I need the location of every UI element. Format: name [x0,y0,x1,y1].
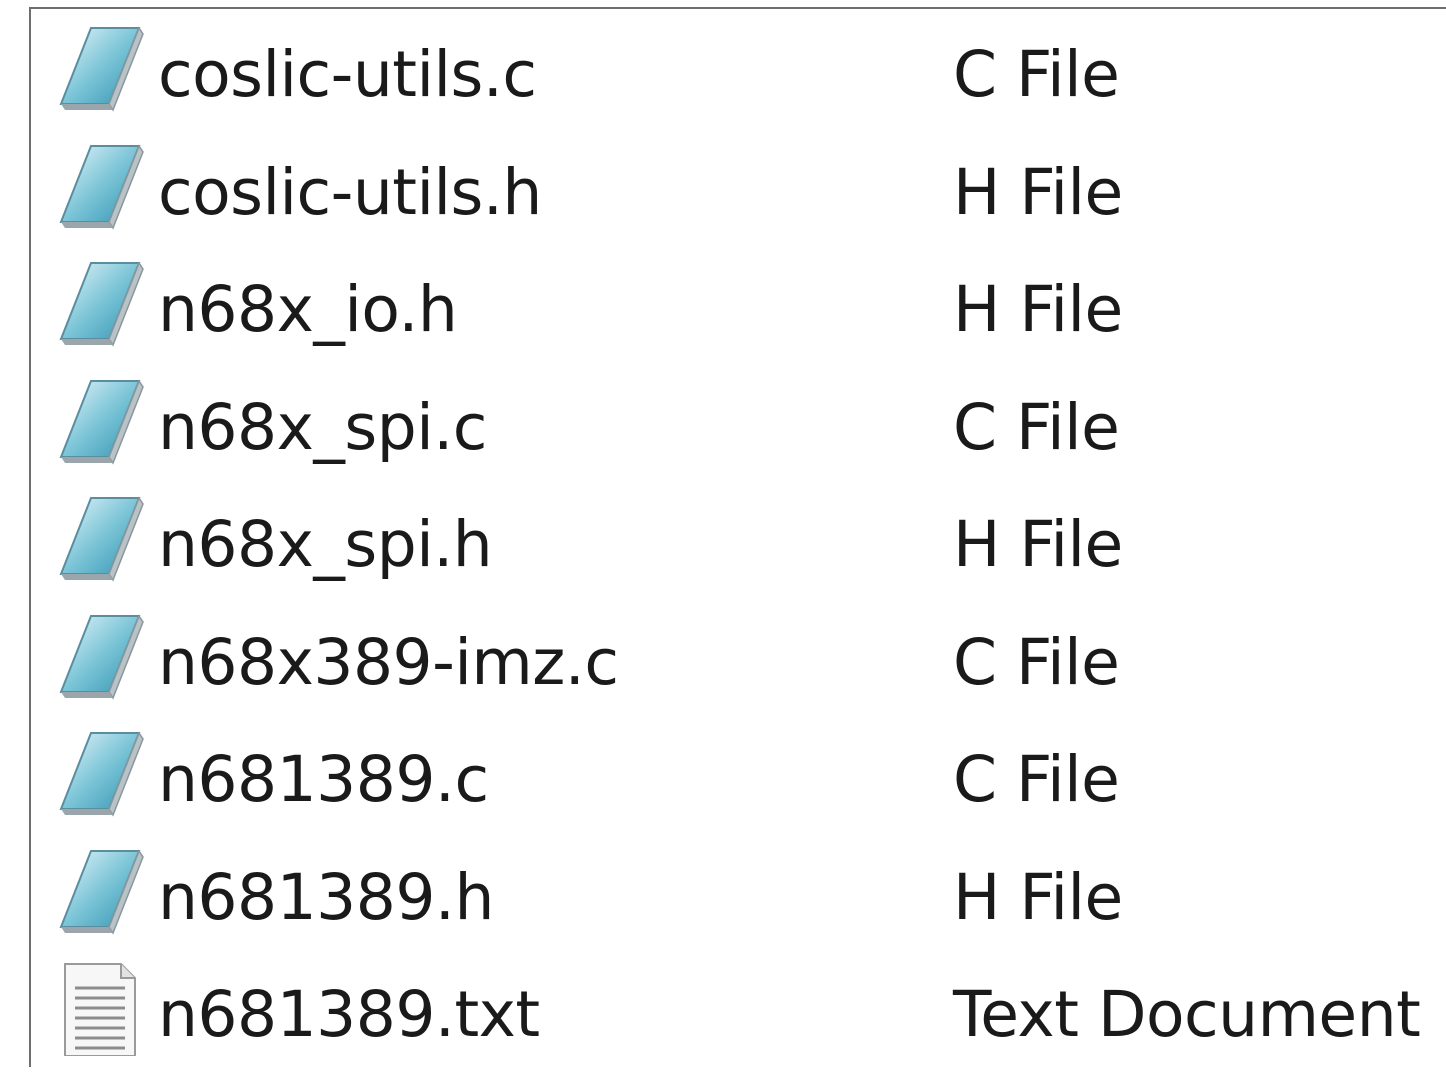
file-row[interactable]: n681389.txt Text Document [31,949,1446,1067]
file-name: n681389.c [158,743,489,816]
file-name: n68x_spi.c [158,390,487,464]
file-name: n68x389-imz.c [158,625,619,699]
file-type: H File [953,273,1123,346]
file-type: H File [953,508,1123,581]
file-list-pane: coslic-utils.c C File coslic-utils.h H F… [29,7,1446,1067]
c-source-file-icon [51,725,147,821]
file-type: H File [953,860,1123,934]
file-row[interactable]: n68x_io.h H File [31,244,1446,362]
file-name: n68x_spi.h [158,508,493,581]
file-name: n681389.txt [158,978,540,1051]
text-document-icon [51,960,147,1056]
file-name: coslic-utils.h [158,155,542,229]
file-type: C File [953,625,1120,699]
c-source-file-icon [51,373,147,469]
c-source-file-icon [51,20,147,116]
file-row[interactable]: n681389.c C File [31,714,1446,832]
file-row[interactable]: n68x389-imz.c C File [31,597,1446,715]
header-file-icon [51,255,147,351]
file-name: n68x_io.h [158,273,458,346]
file-row[interactable]: n68x_spi.h H File [31,479,1446,597]
file-type: Text Document [953,978,1421,1051]
file-name: coslic-utils.c [158,38,537,111]
file-name: n681389.h [158,860,494,934]
file-list: coslic-utils.c C File coslic-utils.h H F… [31,9,1446,1067]
file-row[interactable]: n681389.h H File [31,832,1446,950]
file-row[interactable]: coslic-utils.h H File [31,127,1446,245]
c-source-file-icon [51,608,147,704]
file-type: C File [953,390,1120,464]
file-type: C File [953,38,1120,111]
file-row[interactable]: n68x_spi.c C File [31,362,1446,480]
header-file-icon [51,843,147,939]
file-row[interactable]: coslic-utils.c C File [31,9,1446,127]
file-type: H File [953,155,1123,229]
file-type: C File [953,743,1120,816]
header-file-icon [51,138,147,234]
header-file-icon [51,490,147,586]
